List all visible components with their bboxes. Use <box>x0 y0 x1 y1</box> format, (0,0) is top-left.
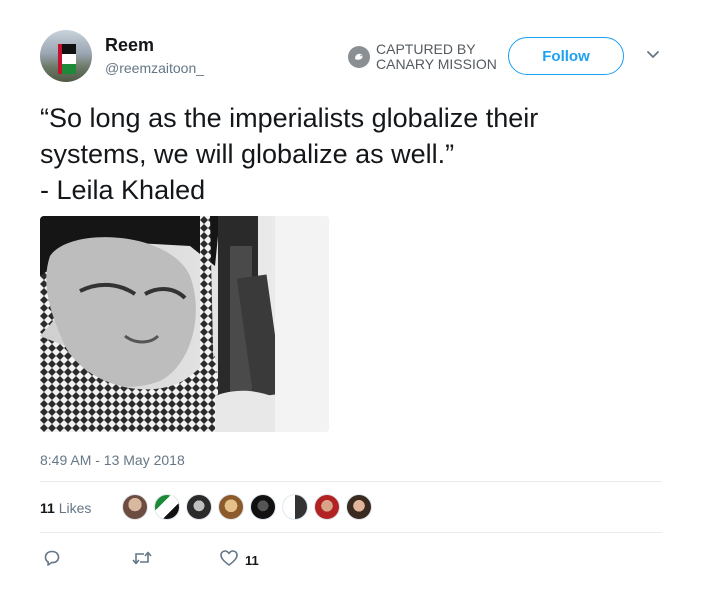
reply-icon[interactable] <box>43 549 61 572</box>
liker-avatar[interactable] <box>154 494 180 520</box>
retweet-action[interactable] <box>131 549 159 572</box>
watermark-text: Captured by Canary Mission <box>376 42 497 72</box>
follow-button[interactable]: Follow <box>508 37 624 75</box>
profile-avatar[interactable] <box>40 30 92 82</box>
liker-avatar[interactable] <box>250 494 276 520</box>
like-count: 11 <box>245 553 259 568</box>
divider-top <box>40 481 662 482</box>
liker-avatar[interactable] <box>346 494 372 520</box>
canary-bird-icon <box>348 46 370 68</box>
profile-name[interactable]: Reem <box>105 35 154 56</box>
watermark-line2: Canary Mission <box>376 56 497 72</box>
profile-handle[interactable]: @reemzaitoon_ <box>105 60 204 76</box>
like-action[interactable]: 11 <box>219 549 259 572</box>
likers-avatars <box>122 494 378 520</box>
likes-number: 11 <box>40 500 55 516</box>
liker-avatar[interactable] <box>122 494 148 520</box>
heart-icon[interactable] <box>219 549 239 572</box>
watermark-line1: Captured by <box>376 41 476 57</box>
retweet-icon[interactable] <box>131 549 153 572</box>
liker-avatar[interactable] <box>186 494 212 520</box>
divider-bottom <box>40 532 662 533</box>
liker-avatar[interactable] <box>282 494 308 520</box>
likes-label: Likes <box>58 500 92 516</box>
chevron-down-icon[interactable] <box>645 48 661 60</box>
likes-count[interactable]: 11 Likes <box>40 500 91 516</box>
liker-avatar[interactable] <box>314 494 340 520</box>
tweet-timestamp[interactable]: 8:49 AM - 13 May 2018 <box>40 452 185 468</box>
tweet-text: “So long as the imperialists globalize t… <box>40 103 539 205</box>
tweet-photo[interactable] <box>40 216 329 432</box>
avatar-flag <box>58 44 76 74</box>
captured-watermark: Captured by Canary Mission <box>348 42 497 72</box>
liker-avatar[interactable] <box>218 494 244 520</box>
reply-action[interactable] <box>43 549 67 572</box>
